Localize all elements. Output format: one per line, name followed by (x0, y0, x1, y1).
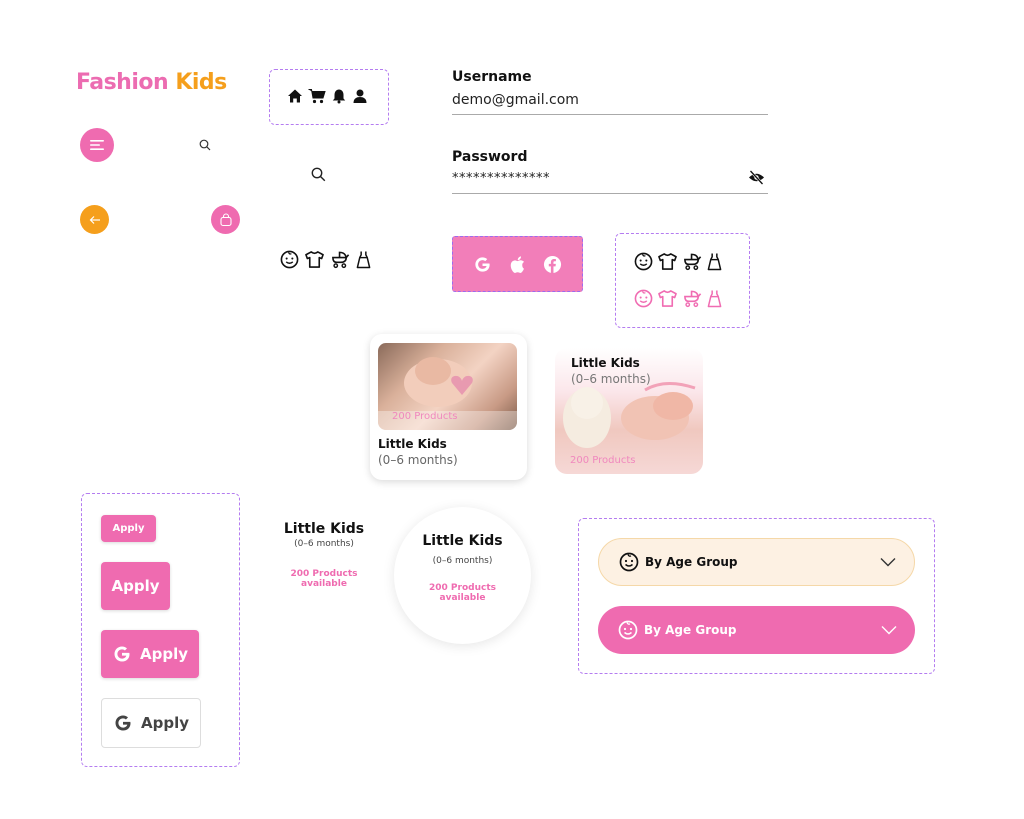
password-field[interactable]: ************** (452, 171, 550, 186)
tshirt-icon[interactable] (657, 252, 678, 271)
category-icons-black (634, 252, 722, 271)
apply-label: Apply (140, 714, 189, 732)
google-icon[interactable] (473, 255, 492, 274)
card-title: Little Kids (571, 356, 640, 370)
stroller-icon[interactable] (330, 250, 351, 269)
card-title: Little Kids (378, 437, 447, 451)
logo-part-fashion: Fashion (76, 70, 169, 95)
tshirt-icon[interactable] (657, 289, 678, 308)
dropdown-label: By Age Group (645, 555, 738, 569)
apply-label: Apply (139, 645, 188, 663)
baby-face-icon[interactable] (634, 289, 653, 308)
social-login-bar (452, 236, 583, 292)
app-logo: Fashion Kids (76, 70, 227, 95)
username-field[interactable]: demo@gmail.com (452, 92, 579, 108)
apply-button-small[interactable]: Apply (101, 515, 156, 542)
info-subtitle: (0–6 months) (432, 556, 493, 566)
info-products-2: available (439, 593, 486, 603)
category-icons-row (280, 250, 371, 269)
card-subtitle: (0–6 months) (571, 372, 651, 386)
product-count-badge: 200 Products (392, 411, 458, 422)
baby-face-icon (618, 620, 638, 640)
age-group-dropdown-light[interactable]: By Age Group (598, 538, 915, 586)
tshirt-icon[interactable] (304, 250, 325, 269)
info-products-2: available (301, 579, 347, 589)
dress-icon[interactable] (356, 250, 371, 269)
info-title: Little Kids (283, 521, 365, 537)
eye-off-icon (749, 170, 764, 185)
baby-face-icon (619, 552, 639, 572)
logo-part-kids: Kids (175, 70, 227, 95)
bell-icon[interactable] (331, 88, 347, 104)
search-icon (199, 139, 211, 151)
info-title: Little Kids (422, 533, 503, 549)
stroller-icon[interactable] (682, 252, 703, 271)
cart-icon[interactable] (308, 88, 326, 104)
apple-icon[interactable] (509, 255, 526, 274)
baby-face-icon[interactable] (280, 250, 299, 269)
menu-button[interactable] (80, 128, 114, 162)
password-label: Password (452, 149, 528, 165)
menu-icon (90, 140, 104, 150)
info-subtitle: (0–6 months) (294, 539, 354, 549)
google-apply-button-pink[interactable]: Apply (101, 630, 199, 678)
back-button[interactable] (80, 205, 109, 234)
age-group-dropdown-pink[interactable]: By Age Group (598, 606, 915, 654)
bag-icon (219, 212, 232, 226)
stroller-icon[interactable] (682, 289, 703, 308)
dropdown-label: By Age Group (644, 623, 737, 637)
baby-face-icon[interactable] (634, 252, 653, 271)
category-icons-group (615, 233, 750, 328)
dress-icon[interactable] (707, 252, 722, 271)
user-icon[interactable] (352, 88, 368, 104)
username-label: Username (452, 69, 532, 85)
google-icon (115, 715, 131, 731)
info-products-1: 200 Products (290, 569, 358, 579)
search-icon (311, 167, 326, 182)
category-info-plain: Little Kids (0–6 months) 200 Products av… (274, 521, 374, 589)
home-icon[interactable] (287, 88, 303, 104)
facebook-icon[interactable] (543, 255, 562, 274)
nav-icons (287, 88, 368, 104)
bag-button[interactable] (211, 205, 240, 234)
google-icon (114, 646, 130, 662)
chevron-down-icon (880, 558, 896, 567)
info-products-1: 200 Products (429, 583, 496, 593)
product-count-badge: 200 Products (570, 455, 636, 466)
username-underline (452, 114, 768, 115)
category-icons-pink (634, 289, 722, 308)
product-card-2[interactable]: Little Kids (0–6 months) 200 Products (555, 348, 703, 474)
chevron-down-icon (881, 626, 897, 635)
apply-button-medium[interactable]: Apply (101, 562, 170, 610)
product-card-1[interactable]: 200 Products Little Kids (0–6 months) (370, 334, 527, 480)
google-apply-button-white[interactable]: Apply (101, 698, 201, 748)
password-underline (452, 193, 768, 194)
back-arrow-icon (89, 215, 100, 224)
dress-icon[interactable] (707, 289, 722, 308)
search-button[interactable] (311, 167, 326, 182)
toggle-password-visibility[interactable] (748, 170, 765, 185)
card-subtitle: (0–6 months) (378, 453, 458, 467)
category-info-circle[interactable]: Little Kids (0–6 months) 200 Products av… (394, 507, 531, 644)
search-button-small[interactable] (199, 139, 211, 151)
